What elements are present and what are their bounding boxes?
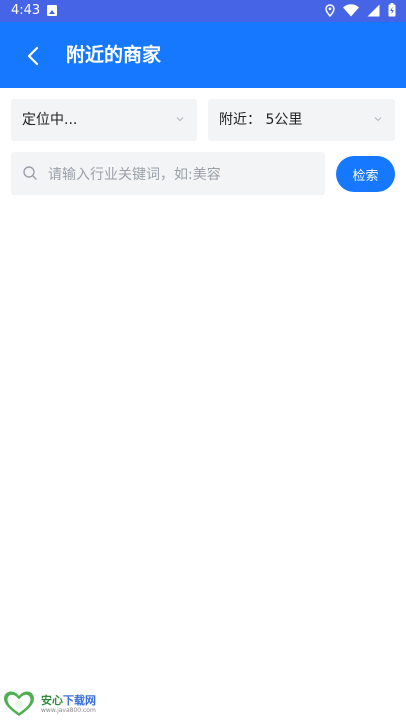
back-button[interactable] [18, 41, 48, 71]
wifi-icon [343, 3, 359, 17]
notification-icon [47, 5, 57, 16]
watermark-title: 安心下载网 [41, 692, 96, 708]
status-icons [325, 3, 396, 17]
filter-row: 定位中... 附近： 5公里 [11, 99, 395, 141]
search-icon [23, 166, 37, 180]
battery-icon [388, 3, 396, 17]
search-input[interactable] [46, 158, 320, 191]
status-time: 4:43 [11, 3, 41, 18]
status-bar: 4:43 [0, 0, 406, 22]
distance-select[interactable]: 附近： 5公里 [208, 99, 395, 141]
distance-value: 附近： 5公里 [219, 112, 303, 128]
location-select[interactable]: 定位中... [11, 99, 197, 141]
chevron-down-icon [176, 117, 184, 122]
location-icon [325, 3, 335, 17]
back-arrow-icon [27, 46, 39, 66]
watermark-title-blue: 下载网 [63, 694, 96, 707]
search-button[interactable]: 检索 [336, 156, 395, 192]
watermark: 安心下载网 www.java800.com [3, 690, 113, 718]
chevron-down-icon [374, 117, 382, 122]
screen: 4:43 附近的商家 定位中... 附近： 5公里 请输入行业关键词，如:美容 … [0, 0, 406, 721]
watermark-url: www.java800.com [41, 707, 96, 714]
location-value: 定位中... [22, 112, 78, 128]
signal-icon [367, 4, 380, 16]
page-title: 附近的商家 [66, 44, 162, 66]
search-box [11, 152, 325, 195]
app-header: 附近的商家 [0, 22, 406, 88]
watermark-title-green: 安心 [41, 694, 63, 707]
heart-logo-icon [4, 691, 34, 716]
